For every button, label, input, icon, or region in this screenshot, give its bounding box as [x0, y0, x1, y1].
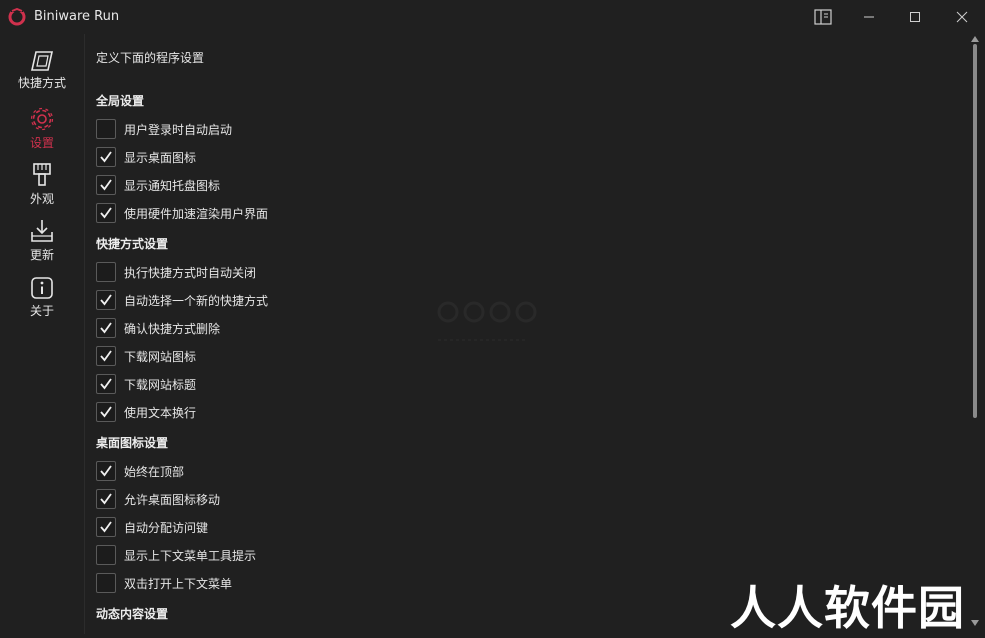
option-label: 执行快捷方式时自动关闭	[124, 266, 257, 280]
checkbox[interactable]	[96, 573, 116, 593]
option-label: 确认快捷方式删除	[124, 322, 221, 336]
option-label: 使用硬件加速渲染用户界面	[124, 207, 269, 221]
checkbox[interactable]	[96, 203, 116, 223]
option-label: 显示上下文菜单工具提示	[124, 549, 257, 563]
checkbox[interactable]	[96, 318, 116, 338]
minimize-icon	[864, 16, 874, 18]
download-icon	[31, 220, 53, 242]
pin-button[interactable]	[800, 0, 846, 34]
check-icon	[100, 151, 112, 163]
check-icon	[100, 493, 112, 505]
option-label: 使用文本换行	[124, 406, 197, 420]
section-title-dynamic-content: 动态内容设置	[96, 607, 169, 621]
check-icon	[100, 322, 112, 334]
option-label: 显示通知托盘图标	[124, 179, 221, 193]
checkbox[interactable]	[96, 119, 116, 139]
maximize-button[interactable]	[892, 0, 938, 34]
sidebar-item-label: 关于	[29, 304, 54, 318]
scroll-up-icon[interactable]	[971, 36, 979, 42]
checkbox[interactable]	[96, 461, 116, 481]
section-title-global: 全局设置	[96, 94, 145, 108]
info-icon	[31, 277, 53, 299]
check-icon	[100, 350, 112, 362]
checkbox[interactable]	[96, 545, 116, 565]
checkbox[interactable]	[96, 262, 116, 282]
check-icon	[100, 406, 112, 418]
close-icon	[956, 11, 968, 23]
option-label: 下载网站图标	[124, 350, 197, 364]
checkbox[interactable]	[96, 290, 116, 310]
check-icon	[100, 378, 112, 390]
sidebar-item-label: 更新	[29, 248, 54, 262]
page-title: 定义下面的程序设置	[96, 51, 205, 65]
checkbox[interactable]	[96, 175, 116, 195]
option-label: 始终在顶部	[124, 465, 185, 479]
option-label: 自动选择一个新的快捷方式	[124, 294, 269, 308]
sidebar: 快捷方式 设置 外观 更新 关于	[0, 34, 85, 634]
window-title: Biniware Run	[34, 9, 120, 24]
option-label: 双击打开上下文菜单	[124, 577, 233, 591]
check-icon	[100, 207, 112, 219]
option-label: 用户登录时自动启动	[124, 123, 233, 137]
close-button[interactable]	[939, 0, 985, 34]
section-title-desktop-icon: 桌面图标设置	[96, 436, 169, 450]
option-label: 允许桌面图标移动	[124, 493, 221, 507]
watermark-logo-icon	[437, 301, 537, 341]
check-icon	[100, 465, 112, 477]
option-label: 自动分配访问键	[124, 521, 209, 535]
sidebar-item-shortcuts[interactable]: 快捷方式	[0, 50, 84, 106]
brush-icon	[33, 163, 51, 186]
sidebar-item-settings[interactable]: 设置	[0, 106, 84, 162]
app-logo-icon	[8, 8, 26, 26]
checkbox[interactable]	[96, 346, 116, 366]
sidebar-item-appearance[interactable]: 外观	[0, 162, 84, 218]
maximize-icon	[910, 12, 920, 22]
option-label: 下载网站标题	[124, 378, 197, 392]
scrollbar-thumb[interactable]	[973, 44, 977, 418]
checkbox[interactable]	[96, 517, 116, 537]
sidebar-item-label: 外观	[29, 192, 54, 206]
minimize-button[interactable]	[846, 0, 892, 34]
sidebar-item-label: 快捷方式	[17, 76, 66, 90]
checkbox[interactable]	[96, 147, 116, 167]
checkbox[interactable]	[96, 374, 116, 394]
checkbox[interactable]	[96, 402, 116, 422]
sidebar-item-label: 设置	[29, 136, 54, 150]
title-bar: Biniware Run	[0, 0, 985, 34]
option-label: 显示桌面图标	[124, 151, 197, 165]
section-title-shortcuts: 快捷方式设置	[96, 237, 169, 251]
scroll-down-icon[interactable]	[971, 620, 979, 626]
gear-icon	[30, 107, 54, 131]
check-icon	[100, 179, 112, 191]
check-icon	[100, 521, 112, 533]
shortcut-icon	[31, 51, 53, 71]
sidebar-item-update[interactable]: 更新	[0, 218, 84, 274]
checkbox[interactable]	[96, 489, 116, 509]
check-icon	[100, 294, 112, 306]
panel-icon	[814, 9, 832, 25]
sidebar-item-about[interactable]: 关于	[0, 276, 84, 332]
watermark-text: 人人软件园	[730, 581, 965, 635]
